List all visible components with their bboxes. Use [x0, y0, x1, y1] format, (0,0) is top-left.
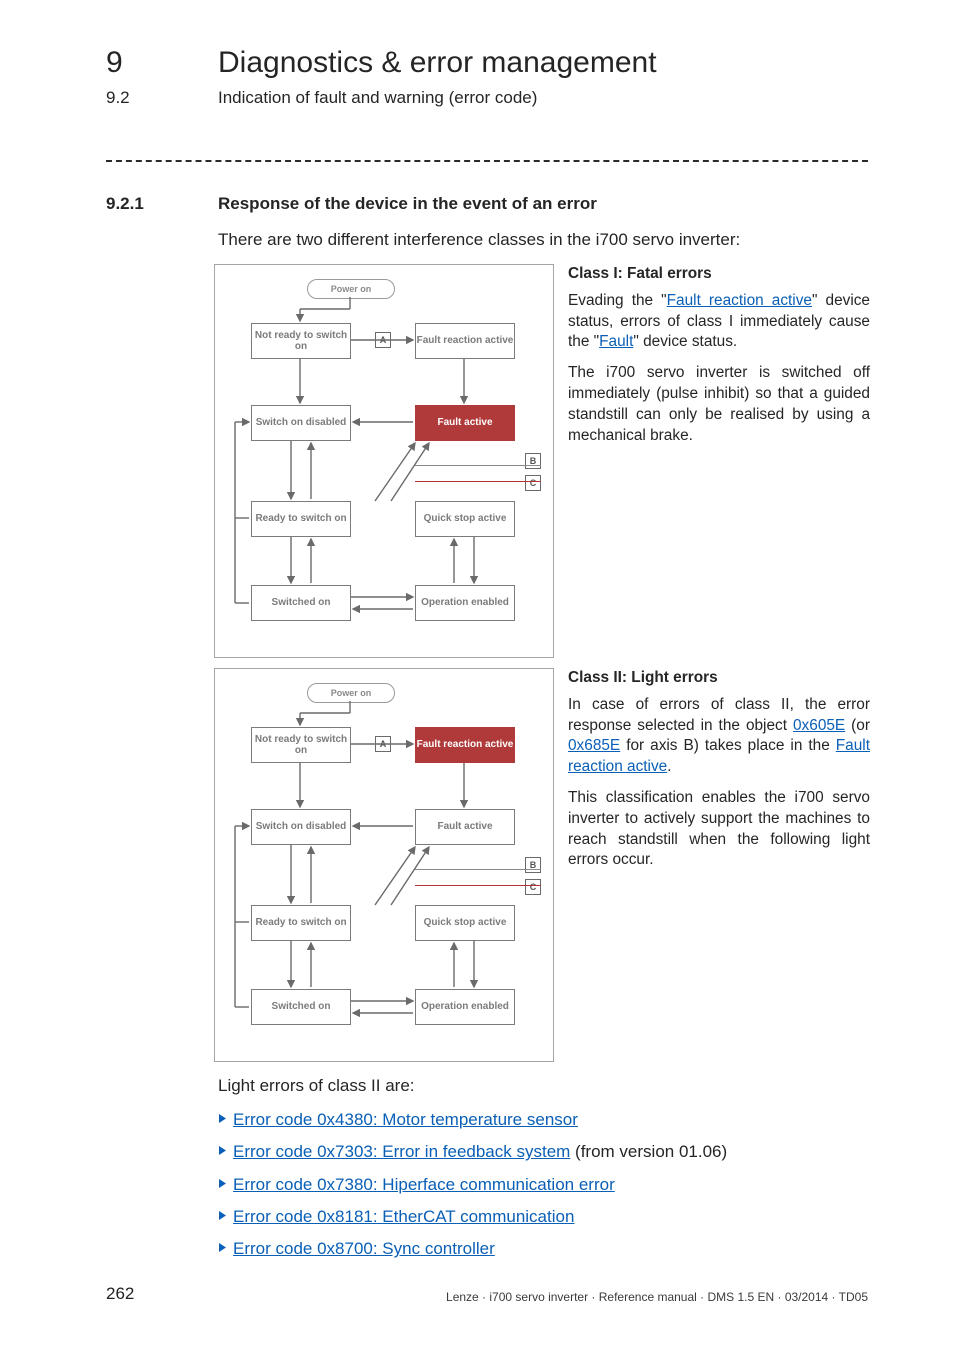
sep-c: [415, 481, 541, 482]
error-link[interactable]: Error code 0x4380: Motor temperature sen…: [233, 1110, 578, 1129]
state-fault-reaction: Fault reaction active: [415, 323, 515, 359]
footer: 262 Lenze · i700 servo inverter · Refere…: [106, 1284, 868, 1304]
error-link[interactable]: Error code 0x7380: Hiperface communicati…: [233, 1175, 615, 1194]
link-0x685E[interactable]: 0x685E: [568, 737, 620, 754]
class2-header: Class II: Light errors: [568, 668, 870, 689]
power-on-pill: Power on: [307, 683, 395, 703]
state-diagram-class2: Power on Not ready to switch on Fault re…: [214, 668, 554, 1062]
class1-text: Class I: Fatal errors Evading the "Fault…: [568, 264, 870, 456]
error-list-item: Error code 0x4380: Motor temperature sen…: [218, 1104, 727, 1136]
state-ready-switch-on: Ready to switch on: [251, 905, 351, 941]
class2-p1: In case of errors of class II, the error…: [568, 695, 870, 778]
state-fault-reaction: Fault reaction active: [415, 727, 515, 763]
class1-p2: The i700 servo inverter is switched off …: [568, 363, 870, 446]
class2-p2: This classification enables the i700 ser…: [568, 788, 870, 871]
sep-c: [415, 885, 541, 886]
error-list: Error code 0x4380: Motor temperature sen…: [218, 1104, 727, 1265]
link-0x605E[interactable]: 0x605E: [793, 717, 845, 734]
sep-b: [415, 465, 541, 466]
list-caption: Light errors of class II are:: [218, 1076, 415, 1096]
link-fault-reaction-active[interactable]: Fault reaction active: [667, 292, 812, 309]
class1-p1: Evading the "Fault reaction active" devi…: [568, 291, 870, 353]
subsection-number: 9.2.1: [106, 194, 144, 214]
state-not-ready: Not ready to switch on: [251, 727, 351, 763]
section-number: 9.2: [106, 88, 130, 108]
chapter-title: Diagnostics & error management: [218, 46, 657, 80]
triangle-bullet-icon: [218, 1178, 227, 1189]
intro-text: There are two different interference cla…: [218, 230, 740, 250]
class2-text: Class II: Light errors In case of errors…: [568, 668, 870, 881]
state-switch-on-disabled: Switch on disabled: [251, 405, 351, 441]
error-list-item: Error code 0x8700: Sync controller: [218, 1233, 727, 1265]
badge-a: A: [375, 736, 391, 752]
error-suffix: (from version 01.06): [570, 1142, 727, 1161]
state-operation-enabled: Operation enabled: [415, 989, 515, 1025]
section-title: Indication of fault and warning (error c…: [218, 88, 537, 108]
page-number: 262: [106, 1284, 134, 1303]
state-switched-on: Switched on: [251, 989, 351, 1025]
subsection-title: Response of the device in the event of a…: [218, 194, 597, 214]
error-list-item: Error code 0x7380: Hiperface communicati…: [218, 1169, 727, 1201]
badge-c: C: [525, 879, 541, 895]
link-fault[interactable]: Fault: [599, 333, 633, 350]
state-switch-on-disabled: Switch on disabled: [251, 809, 351, 845]
state-quick-stop: Quick stop active: [415, 501, 515, 537]
class1-header: Class I: Fatal errors: [568, 264, 870, 285]
triangle-bullet-icon: [218, 1242, 227, 1253]
error-link[interactable]: Error code 0x7303: Error in feedback sys…: [233, 1142, 570, 1161]
badge-c: C: [525, 475, 541, 491]
state-diagram-class1: Power on Not ready to switch on Fault re…: [214, 264, 554, 658]
state-quick-stop: Quick stop active: [415, 905, 515, 941]
divider: [106, 160, 868, 162]
error-link[interactable]: Error code 0x8181: EtherCAT communicatio…: [233, 1207, 574, 1226]
power-on-pill: Power on: [307, 279, 395, 299]
error-list-item: Error code 0x7303: Error in feedback sys…: [218, 1136, 727, 1168]
chapter-number: 9: [106, 46, 123, 80]
state-fault-active: Fault active: [415, 405, 515, 441]
error-list-item: Error code 0x8181: EtherCAT communicatio…: [218, 1201, 727, 1233]
triangle-bullet-icon: [218, 1145, 227, 1156]
badge-b: B: [525, 857, 541, 873]
state-switched-on: Switched on: [251, 585, 351, 621]
sep-b: [415, 869, 541, 870]
state-fault-active: Fault active: [415, 809, 515, 845]
footer-right: Lenze · i700 servo inverter · Reference …: [446, 1290, 868, 1304]
triangle-bullet-icon: [218, 1210, 227, 1221]
state-not-ready: Not ready to switch on: [251, 323, 351, 359]
state-ready-switch-on: Ready to switch on: [251, 501, 351, 537]
state-operation-enabled: Operation enabled: [415, 585, 515, 621]
badge-a: A: [375, 332, 391, 348]
triangle-bullet-icon: [218, 1113, 227, 1124]
badge-b: B: [525, 453, 541, 469]
error-link[interactable]: Error code 0x8700: Sync controller: [233, 1239, 495, 1258]
